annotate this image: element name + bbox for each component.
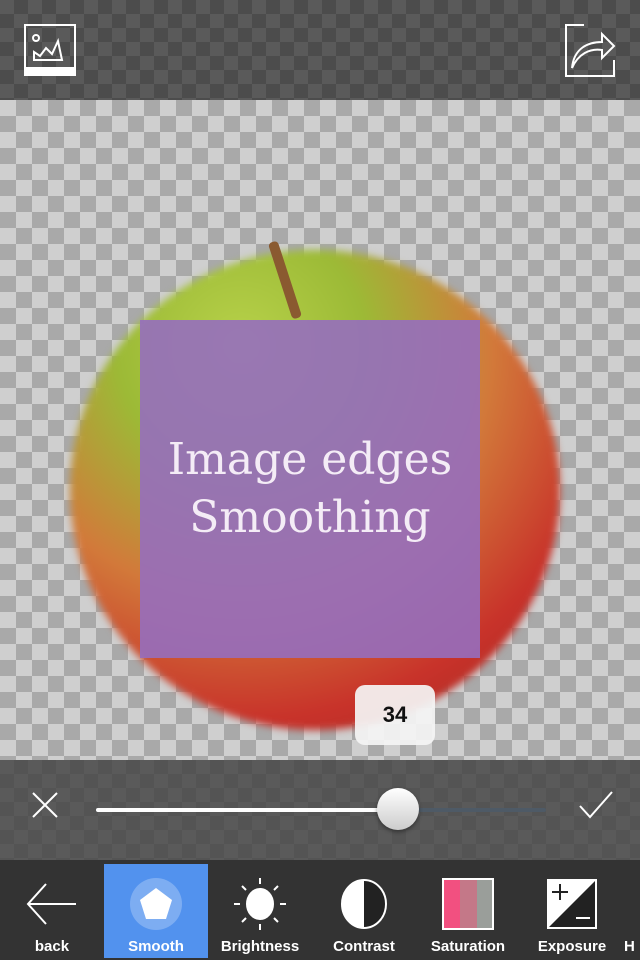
tool-partial[interactable]: H — [624, 864, 640, 958]
slider-bar — [0, 760, 640, 860]
arrow-left-icon — [26, 883, 76, 925]
share-icon[interactable] — [562, 24, 618, 83]
tool-back[interactable]: back — [0, 864, 104, 958]
close-icon[interactable] — [30, 790, 60, 825]
image-canvas[interactable]: Image edges Smoothing 34 — [0, 100, 640, 760]
gallery-image-icon[interactable] — [24, 24, 76, 81]
tool-label: Contrast — [333, 938, 395, 955]
tool-label: Saturation — [430, 938, 506, 955]
top-bar — [0, 0, 640, 100]
tool-label: Exposure — [537, 938, 607, 955]
tool-contrast[interactable]: Contrast — [312, 864, 416, 958]
tool-label: Brightness — [220, 938, 300, 955]
sun-icon — [234, 878, 286, 930]
tool-label: back — [34, 938, 70, 955]
overlay-line-1: Image edges — [167, 434, 453, 485]
tool-bar: back Smooth Brightness Contrast Saturati… — [0, 860, 640, 960]
pentagon-icon — [130, 878, 182, 930]
tool-brightness[interactable]: Brightness — [208, 864, 312, 958]
hint-overlay: Image edges Smoothing — [140, 320, 480, 658]
saturation-icon — [442, 878, 494, 930]
tool-label: Smooth — [128, 938, 184, 955]
tool-smooth[interactable]: Smooth — [104, 864, 208, 958]
tool-exposure[interactable]: Exposure — [520, 864, 624, 958]
exposure-icon — [547, 879, 597, 929]
tool-label: H — [624, 938, 635, 955]
contrast-icon — [341, 879, 387, 929]
value-badge: 34 — [355, 685, 435, 745]
slider-fill — [96, 808, 398, 812]
tool-saturation[interactable]: Saturation — [416, 864, 520, 958]
smooth-slider[interactable] — [96, 788, 546, 830]
partial-icon — [624, 876, 640, 932]
overlay-line-2: Smoothing — [189, 492, 431, 543]
checkmark-icon[interactable] — [578, 790, 614, 825]
slider-thumb[interactable] — [376, 788, 419, 830]
